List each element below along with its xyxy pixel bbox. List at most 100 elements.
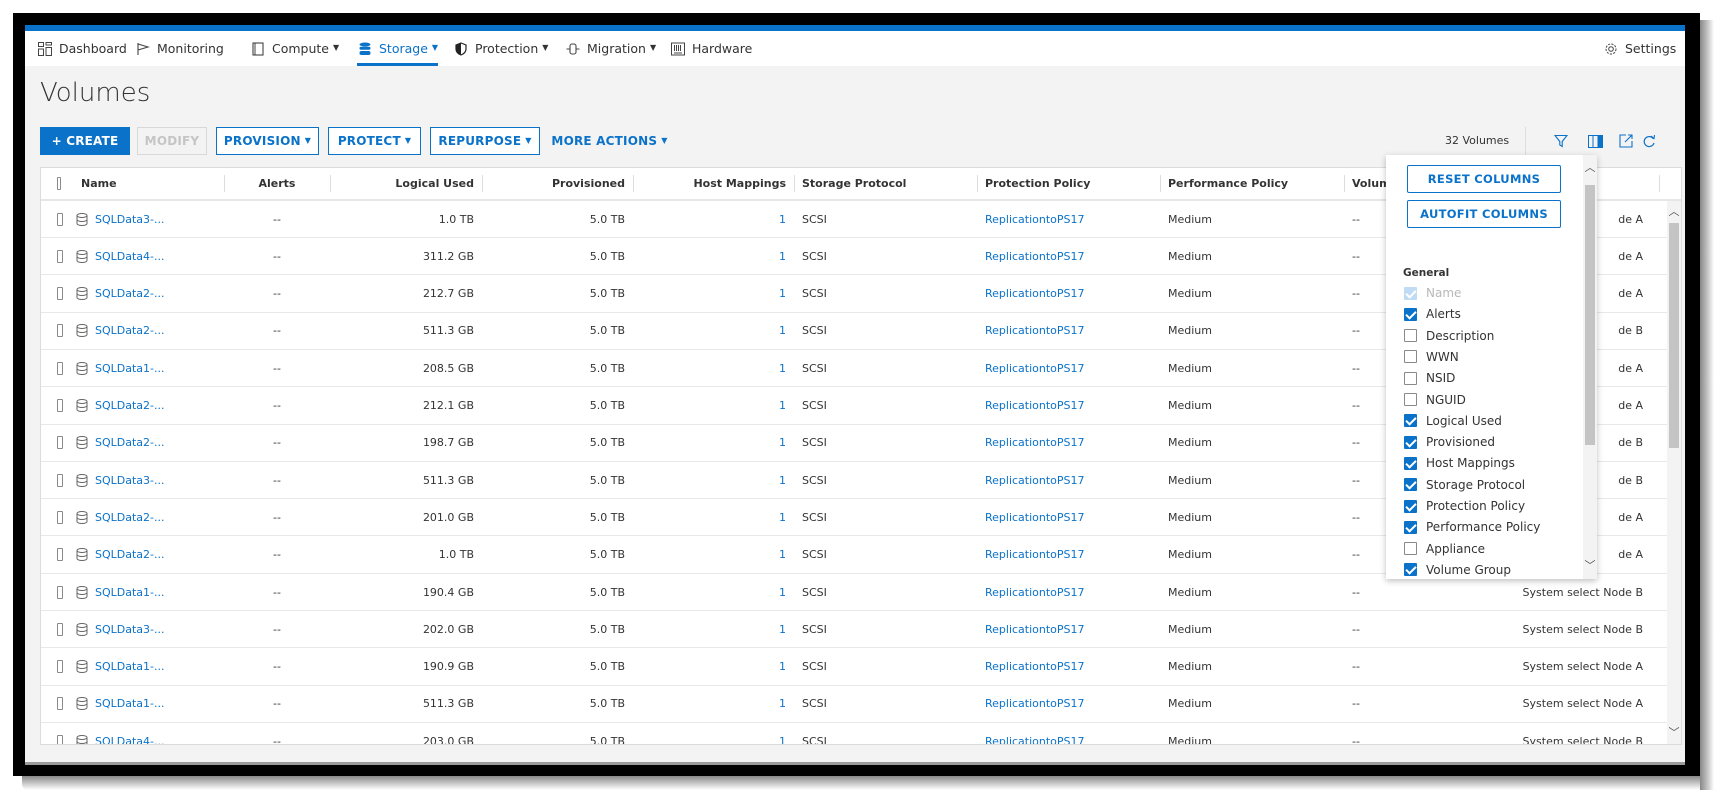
column-option-checkbox[interactable] <box>1404 478 1417 492</box>
cell-host-mappings[interactable]: 1 <box>633 388 794 424</box>
cell-protection-policy[interactable]: ReplicationtoPS17 <box>977 350 1160 386</box>
column-option[interactable]: Provisioned <box>1404 432 1495 452</box>
cell-host-mappings-text[interactable]: 1 <box>779 250 786 263</box>
cell-name-text[interactable]: SQLData3-... <box>95 213 165 226</box>
column-option-checkbox[interactable] <box>1404 329 1417 343</box>
table-row[interactable]: SQLData3-... -- 202.0 GB 5.0 TB 1 SCSI Replica… <box>41 611 1681 649</box>
provision-button[interactable]: PROVISION ▼ <box>216 127 319 155</box>
cell-protection-policy-text[interactable]: ReplicationtoPS17 <box>985 213 1085 226</box>
column-option[interactable]: Host Mappings <box>1404 453 1515 473</box>
cell-host-mappings-text[interactable]: 1 <box>779 548 786 561</box>
column-option[interactable]: WWN <box>1404 347 1459 367</box>
modify-button[interactable]: MODIFY <box>137 127 207 155</box>
nav-item-compute[interactable]: Compute ▼ <box>250 31 339 66</box>
cell-host-mappings-text[interactable]: 1 <box>779 324 786 337</box>
cell-name[interactable]: SQLData1-... <box>73 350 223 386</box>
cell-name-text[interactable]: SQLData2-... <box>95 511 165 524</box>
dropdown-scrollbar[interactable]: ︿ ﹀ <box>1583 155 1597 579</box>
cell-protection-policy-text[interactable]: ReplicationtoPS17 <box>985 623 1085 636</box>
column-header-name[interactable]: Name <box>73 168 223 199</box>
cell-name[interactable]: SQLData1-... <box>73 686 223 722</box>
row-checkbox[interactable] <box>57 249 63 263</box>
row-checkbox[interactable] <box>57 324 63 338</box>
cell-name[interactable]: SQLData2-... <box>73 425 223 461</box>
cell-protection-policy-text[interactable]: ReplicationtoPS17 <box>985 735 1085 744</box>
table-row[interactable]: SQLData4-... -- 203.0 GB 5.0 TB 1 SCSI Replica… <box>41 723 1681 744</box>
row-checkbox[interactable] <box>57 212 63 226</box>
autofit-columns-button[interactable]: AUTOFIT COLUMNS <box>1407 200 1561 228</box>
export-icon[interactable] <box>1616 131 1636 151</box>
cell-host-mappings-text[interactable]: 1 <box>779 213 786 226</box>
cell-name[interactable]: SQLData1-... <box>73 574 223 610</box>
nav-item-migration[interactable]: Migration ▼ <box>565 31 656 66</box>
cell-host-mappings-text[interactable]: 1 <box>779 623 786 636</box>
repurpose-button[interactable]: REPURPOSE ▼ <box>430 127 540 155</box>
cell-host-mappings[interactable]: 1 <box>633 462 794 498</box>
column-option-checkbox[interactable] <box>1404 350 1417 364</box>
cell-host-mappings[interactable]: 1 <box>633 649 794 685</box>
row-checkbox[interactable] <box>57 399 63 412</box>
column-option-checkbox[interactable] <box>1404 456 1417 470</box>
cell-name[interactable]: SQLData2-... <box>73 313 223 349</box>
cell-name-text[interactable]: SQLData2-... <box>95 436 165 449</box>
cell-host-mappings-text[interactable]: 1 <box>779 511 786 524</box>
column-option-checkbox[interactable] <box>1404 542 1417 556</box>
cell-protection-policy-text[interactable]: ReplicationtoPS17 <box>985 474 1085 487</box>
cell-protection-policy[interactable]: ReplicationtoPS17 <box>977 574 1160 610</box>
row-checkbox[interactable] <box>57 697 63 711</box>
refresh-icon[interactable] <box>1639 131 1659 151</box>
cell-host-mappings[interactable]: 1 <box>633 611 794 647</box>
column-option-checkbox[interactable] <box>1404 393 1417 406</box>
columns-icon[interactable] <box>1585 131 1605 151</box>
table-scrollbar[interactable]: ︿ ﹀ <box>1667 201 1681 744</box>
cell-protection-policy[interactable]: ReplicationtoPS17 <box>977 388 1160 424</box>
row-checkbox[interactable] <box>57 585 63 599</box>
cell-protection-policy[interactable]: ReplicationtoPS17 <box>977 499 1160 535</box>
cell-name-text[interactable]: SQLData2-... <box>95 548 165 561</box>
cell-protection-policy-text[interactable]: ReplicationtoPS17 <box>985 586 1085 599</box>
cell-name[interactable]: SQLData2-... <box>73 499 223 535</box>
cell-protection-policy[interactable]: ReplicationtoPS17 <box>977 723 1160 744</box>
column-option-checkbox[interactable] <box>1404 520 1417 534</box>
cell-host-mappings[interactable]: 1 <box>633 686 794 722</box>
cell-name[interactable]: SQLData4-... <box>73 238 223 274</box>
cell-name-text[interactable]: SQLData2-... <box>95 399 165 412</box>
table-row[interactable]: SQLData1-... -- 511.3 GB 5.0 TB 1 SCSI Replica… <box>41 686 1681 723</box>
column-option[interactable]: Performance Policy <box>1404 517 1540 537</box>
cell-name[interactable]: SQLData3-... <box>73 201 223 237</box>
settings-link[interactable]: Settings <box>1603 31 1676 66</box>
column-option[interactable]: NGUID <box>1404 390 1466 410</box>
chevron-up-icon[interactable]: ︿ <box>1583 161 1597 175</box>
cell-name[interactable]: SQLData2-... <box>73 276 223 312</box>
cell-protection-policy-text[interactable]: ReplicationtoPS17 <box>985 362 1085 375</box>
cell-protection-policy[interactable]: ReplicationtoPS17 <box>977 649 1160 685</box>
cell-name-text[interactable]: SQLData4-... <box>95 735 165 744</box>
cell-host-mappings[interactable]: 1 <box>633 537 794 573</box>
cell-host-mappings-text[interactable]: 1 <box>779 474 786 487</box>
column-option[interactable]: Description <box>1404 326 1494 346</box>
column-option-checkbox[interactable] <box>1404 371 1417 385</box>
nav-item-protection[interactable]: Protection ▼ <box>453 31 548 66</box>
cell-protection-policy[interactable]: ReplicationtoPS17 <box>977 313 1160 349</box>
row-checkbox[interactable] <box>57 287 63 301</box>
cell-host-mappings[interactable]: 1 <box>633 499 794 535</box>
chevron-down-icon[interactable]: ﹀ <box>1583 559 1597 573</box>
cell-protection-policy-text[interactable]: ReplicationtoPS17 <box>985 324 1085 337</box>
cell-name-text[interactable]: SQLData2-... <box>95 324 165 337</box>
column-header-storage-protocol[interactable]: Storage Protocol <box>794 168 977 199</box>
chevron-down-icon[interactable]: ﹀ <box>1667 726 1681 740</box>
column-option[interactable]: NSID <box>1404 368 1455 388</box>
nav-item-hardware[interactable]: Hardware <box>670 31 752 66</box>
cell-host-mappings-text[interactable]: 1 <box>779 735 786 744</box>
column-option[interactable]: Protection Policy <box>1404 496 1525 516</box>
column-option-checkbox[interactable] <box>1404 563 1417 577</box>
column-option[interactable]: Alerts <box>1404 304 1461 324</box>
filter-icon[interactable] <box>1551 131 1571 151</box>
cell-protection-policy[interactable]: ReplicationtoPS17 <box>977 537 1160 573</box>
cell-protection-policy-text[interactable]: ReplicationtoPS17 <box>985 436 1085 449</box>
column-header-logical-used[interactable]: Logical Used <box>330 168 482 199</box>
more-actions-button[interactable]: MORE ACTIONS ▼ <box>547 127 672 155</box>
column-option[interactable]: Appliance <box>1404 539 1485 559</box>
cell-protection-policy-text[interactable]: ReplicationtoPS17 <box>985 697 1085 710</box>
cell-protection-policy-text[interactable]: ReplicationtoPS17 <box>985 250 1085 263</box>
